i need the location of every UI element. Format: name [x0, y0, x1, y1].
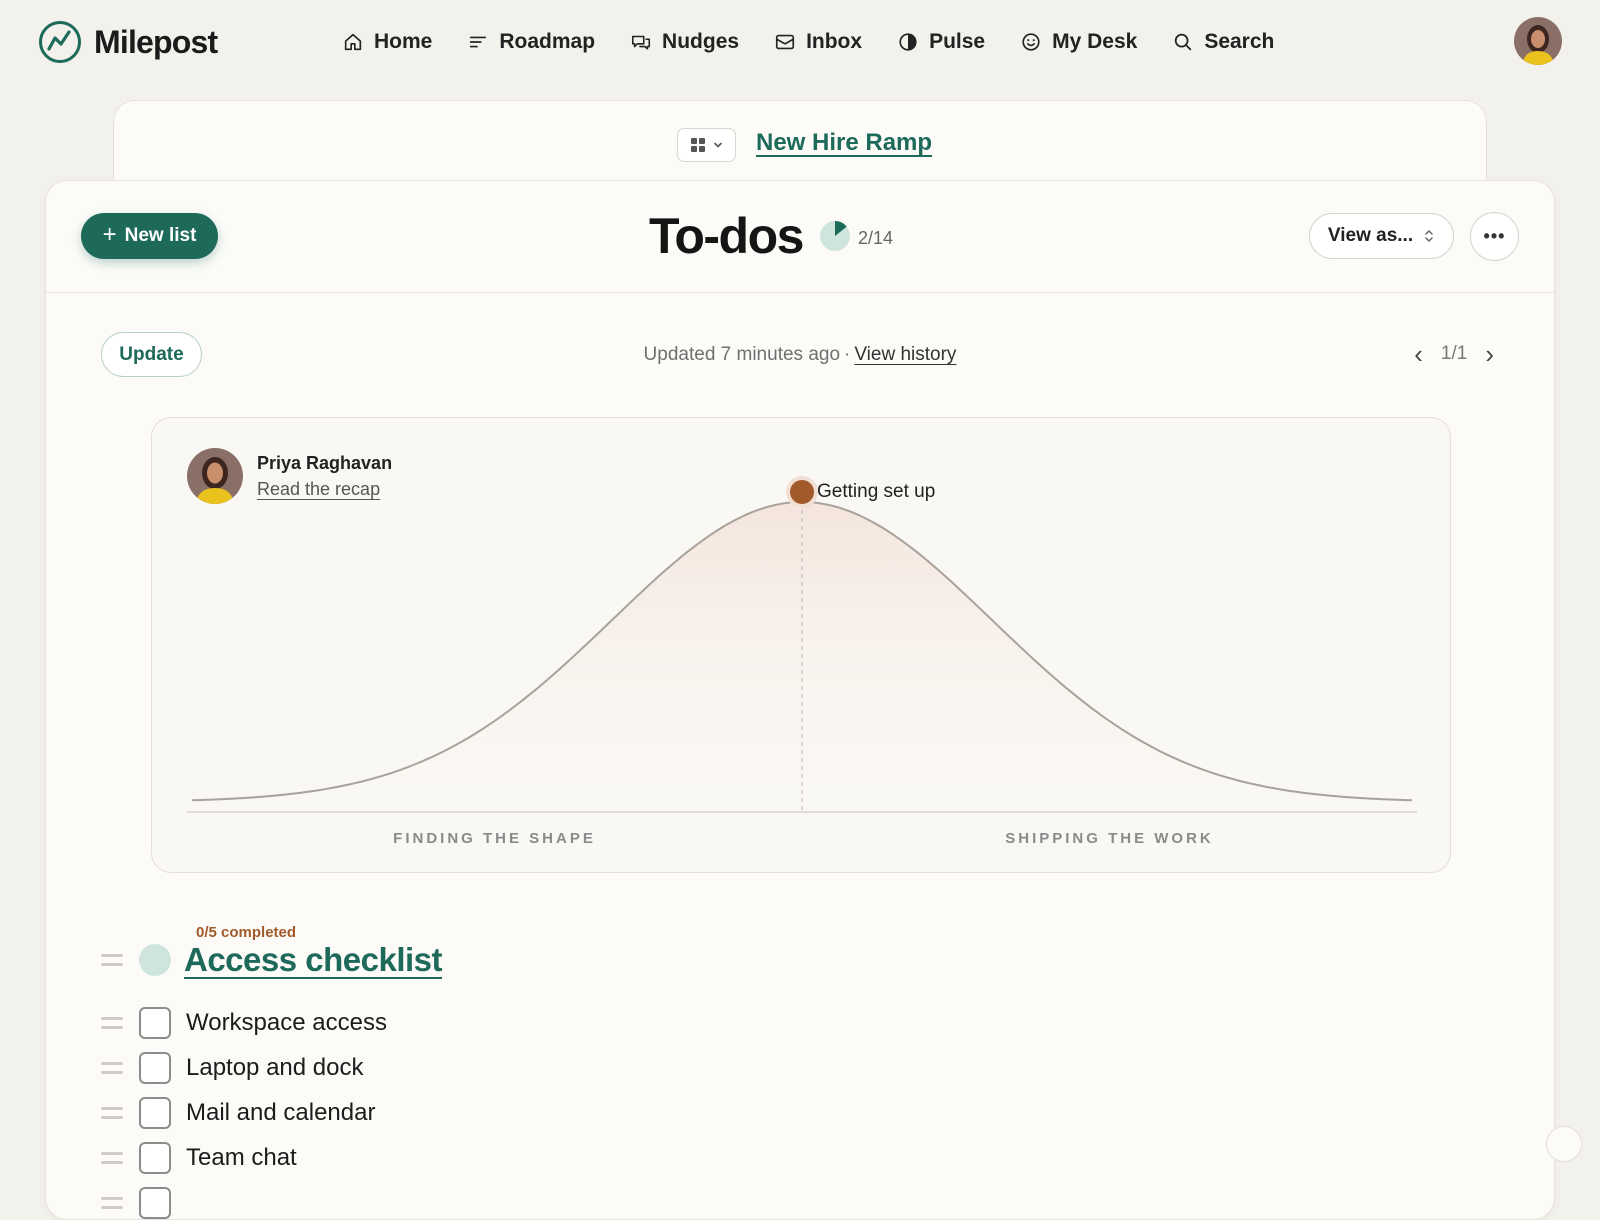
list-progress-icon: [139, 944, 171, 976]
todo-label[interactable]: Laptop and dock: [186, 1054, 363, 1082]
up-down-chevron-icon: [1425, 229, 1433, 243]
half-circle-icon: [899, 33, 917, 51]
nav-item-roadmap[interactable]: Roadmap: [467, 30, 595, 54]
todo-item-partial: [101, 1187, 186, 1219]
brand[interactable]: Milepost: [38, 20, 218, 64]
todo-checkbox[interactable]: [139, 1052, 171, 1084]
page-title: To-dos: [649, 208, 804, 264]
project-switcher-button[interactable]: [677, 128, 736, 162]
drag-handle-icon[interactable]: [101, 1107, 123, 1119]
nav-item-inbox[interactable]: Inbox: [774, 30, 862, 54]
nav-item-label: Pulse: [929, 30, 986, 53]
phase-label-left-text: FINDING THE SHAPE: [393, 830, 596, 847]
search-icon: [1175, 33, 1192, 51]
drag-handle-icon[interactable]: [101, 1017, 123, 1029]
view-as-label: View as...: [1327, 225, 1414, 246]
smiley-icon: [1022, 33, 1040, 51]
todo-item: Workspace access: [101, 1007, 387, 1039]
author-name: Priya Raghavan: [257, 452, 393, 473]
more-icon: •••: [1483, 226, 1506, 246]
nav-item-label: Search: [1204, 30, 1275, 53]
hill-dot-label[interactable]: Getting set up: [817, 481, 935, 503]
nav-item-my-desk[interactable]: My Desk: [1020, 30, 1137, 54]
card-header: + New list To-dos 2/14 View as... •••: [46, 181, 1554, 293]
drag-handle-icon[interactable]: [101, 1197, 123, 1209]
top-navigation: Milepost Home Roadmap Nudges Inbox Pulse…: [0, 0, 1600, 84]
read-recap-link[interactable]: Read the recap: [257, 479, 380, 500]
author-avatar[interactable]: [187, 448, 243, 504]
nav-item-label: Nudges: [662, 30, 740, 53]
progress-count: 2/14: [857, 227, 893, 248]
nav-item-label: My Desk: [1052, 30, 1138, 53]
nav-item-home[interactable]: Home: [342, 30, 432, 54]
author-text: Priya Raghavan Read the recap: [257, 453, 392, 500]
list-completion: 0/5 completed: [196, 924, 297, 941]
drag-handle-icon[interactable]: [101, 1062, 123, 1074]
todos-card: + New list To-dos 2/14 View as... ••• Up…: [45, 180, 1555, 1220]
todo-label[interactable]: Mail and calendar: [186, 1099, 375, 1127]
prev-page-icon[interactable]: ‹: [1414, 341, 1423, 367]
app-name: Milepost: [94, 23, 218, 60]
nav-item-label: Roadmap: [499, 30, 596, 53]
chat-bubbles-icon: [632, 35, 651, 50]
grid-icon: [690, 138, 705, 152]
separator: ·: [844, 344, 851, 365]
updated-text: Updated 7 minutes ago: [643, 344, 841, 365]
home-icon: [344, 33, 362, 51]
hill-chart: Priya Raghavan Read the recap Getting se…: [151, 417, 1451, 873]
progress-pie-icon: [819, 221, 850, 251]
hill-dot: [790, 480, 814, 504]
avatar-image: [1514, 17, 1562, 65]
project-name-link[interactable]: New Hire Ramp: [756, 129, 932, 157]
nav-item-label: Home: [374, 30, 433, 53]
phase-label-left: FINDING THE SHAPE: [152, 830, 837, 847]
main-nav: Home Roadmap Nudges Inbox Pulse My Desk …: [342, 22, 1274, 62]
todo-checkbox[interactable]: [139, 1187, 171, 1219]
list-header: Access checklist: [101, 941, 443, 979]
nav-item-label: Inbox: [806, 30, 863, 53]
nav-item-pulse[interactable]: Pulse: [897, 30, 985, 54]
nav-item-nudges[interactable]: Nudges: [630, 30, 739, 54]
list-title-link[interactable]: Access checklist: [184, 941, 443, 979]
todo-label[interactable]: Team chat: [186, 1144, 297, 1172]
todo-checkbox[interactable]: [139, 1142, 171, 1174]
view-as-button[interactable]: View as...: [1309, 213, 1454, 259]
updated-status: Updated 7 minutes ago · View history: [46, 344, 1554, 366]
drag-handle-icon[interactable]: [101, 1152, 123, 1164]
todo-item: Team chat: [101, 1142, 297, 1174]
hill-author: Priya Raghavan Read the recap: [187, 448, 392, 504]
next-page-icon[interactable]: ›: [1485, 341, 1494, 367]
milepost-logo-icon: [39, 21, 81, 63]
avatar-image: [187, 448, 243, 504]
nav-item-search[interactable]: Search: [1172, 30, 1274, 54]
scroll-button[interactable]: [1546, 1126, 1582, 1162]
todo-label[interactable]: Workspace access: [186, 1009, 387, 1037]
todo-item: Mail and calendar: [101, 1097, 375, 1129]
view-history-link[interactable]: View history: [854, 344, 956, 365]
pager: ‹ 1/1 ›: [1414, 337, 1494, 371]
drag-handle-icon[interactable]: [101, 954, 123, 966]
chevron-down-icon: [713, 142, 722, 148]
more-options-button[interactable]: •••: [1470, 212, 1519, 261]
todo-checkbox[interactable]: [139, 1007, 171, 1039]
roadmap-icon: [470, 36, 487, 48]
page-indicator: 1/1: [1440, 343, 1468, 364]
phase-label-right: SHIPPING THE WORK: [837, 830, 1382, 847]
phase-label-right-text: SHIPPING THE WORK: [1005, 830, 1214, 847]
inbox-icon: [775, 34, 795, 50]
user-avatar[interactable]: [1514, 17, 1562, 65]
todo-checkbox[interactable]: [139, 1097, 171, 1129]
todo-item: Laptop and dock: [101, 1052, 363, 1084]
